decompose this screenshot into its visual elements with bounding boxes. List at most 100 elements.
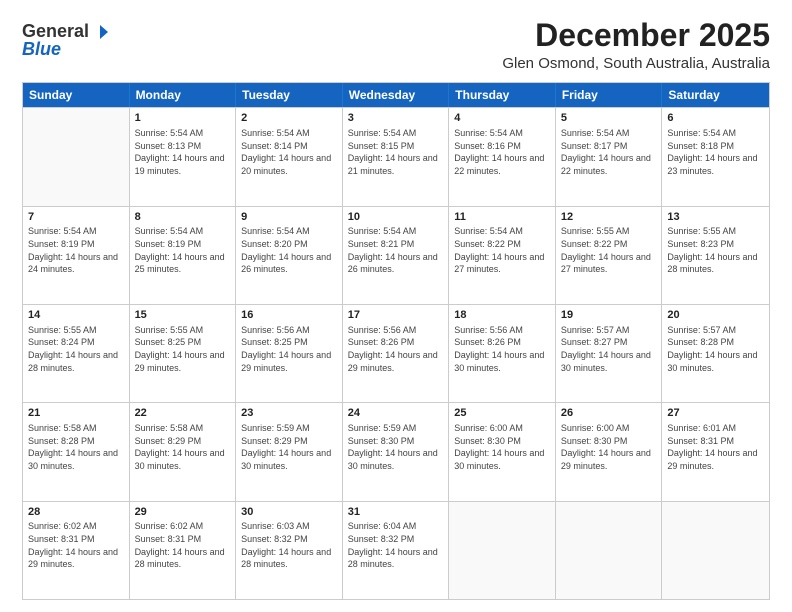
weekday-header: Friday (556, 83, 663, 107)
weekday-header: Thursday (449, 83, 556, 107)
day-number: 14 (28, 308, 124, 323)
day-number: 10 (348, 210, 444, 225)
calendar-cell (556, 502, 663, 599)
calendar-cell: 1Sunrise: 5:54 AM Sunset: 8:13 PM Daylig… (130, 108, 237, 205)
calendar-cell: 21Sunrise: 5:58 AM Sunset: 8:28 PM Dayli… (23, 403, 130, 500)
calendar-cell (662, 502, 769, 599)
logo: General Blue (22, 22, 109, 60)
day-number: 4 (454, 111, 550, 126)
calendar-cell: 30Sunrise: 6:03 AM Sunset: 8:32 PM Dayli… (236, 502, 343, 599)
cell-info: Sunrise: 5:58 AM Sunset: 8:29 PM Dayligh… (135, 422, 231, 472)
day-number: 16 (241, 308, 337, 323)
cell-info: Sunrise: 5:55 AM Sunset: 8:24 PM Dayligh… (28, 324, 124, 374)
logo-blue: Blue (22, 40, 61, 60)
calendar-row: 1Sunrise: 5:54 AM Sunset: 8:13 PM Daylig… (23, 107, 769, 205)
day-number: 24 (348, 406, 444, 421)
day-number: 15 (135, 308, 231, 323)
calendar-cell: 15Sunrise: 5:55 AM Sunset: 8:25 PM Dayli… (130, 305, 237, 402)
cell-info: Sunrise: 5:56 AM Sunset: 8:26 PM Dayligh… (348, 324, 444, 374)
day-number: 20 (667, 308, 764, 323)
day-number: 17 (348, 308, 444, 323)
day-number: 18 (454, 308, 550, 323)
calendar-cell: 31Sunrise: 6:04 AM Sunset: 8:32 PM Dayli… (343, 502, 450, 599)
calendar-cell: 20Sunrise: 5:57 AM Sunset: 8:28 PM Dayli… (662, 305, 769, 402)
cell-info: Sunrise: 5:54 AM Sunset: 8:18 PM Dayligh… (667, 127, 764, 177)
cell-info: Sunrise: 6:04 AM Sunset: 8:32 PM Dayligh… (348, 520, 444, 570)
day-number: 23 (241, 406, 337, 421)
calendar-cell: 10Sunrise: 5:54 AM Sunset: 8:21 PM Dayli… (343, 207, 450, 304)
day-number: 27 (667, 406, 764, 421)
day-number: 21 (28, 406, 124, 421)
calendar-cell: 25Sunrise: 6:00 AM Sunset: 8:30 PM Dayli… (449, 403, 556, 500)
day-number: 3 (348, 111, 444, 126)
location-title: Glen Osmond, South Australia, Australia (502, 55, 770, 72)
day-number: 25 (454, 406, 550, 421)
calendar-row: 14Sunrise: 5:55 AM Sunset: 8:24 PM Dayli… (23, 304, 769, 402)
calendar-cell: 5Sunrise: 5:54 AM Sunset: 8:17 PM Daylig… (556, 108, 663, 205)
day-number: 8 (135, 210, 231, 225)
month-title: December 2025 (502, 18, 770, 53)
day-number: 29 (135, 505, 231, 520)
calendar-cell: 14Sunrise: 5:55 AM Sunset: 8:24 PM Dayli… (23, 305, 130, 402)
day-number: 5 (561, 111, 657, 126)
calendar-cell: 2Sunrise: 5:54 AM Sunset: 8:14 PM Daylig… (236, 108, 343, 205)
calendar: SundayMondayTuesdayWednesdayThursdayFrid… (22, 82, 770, 600)
calendar-cell: 19Sunrise: 5:57 AM Sunset: 8:27 PM Dayli… (556, 305, 663, 402)
calendar-page: General Blue December 2025 Glen Osmond, … (0, 0, 792, 612)
title-block: December 2025 Glen Osmond, South Austral… (502, 18, 770, 72)
day-number: 1 (135, 111, 231, 126)
calendar-cell: 26Sunrise: 6:00 AM Sunset: 8:30 PM Dayli… (556, 403, 663, 500)
calendar-cell: 8Sunrise: 5:54 AM Sunset: 8:19 PM Daylig… (130, 207, 237, 304)
cell-info: Sunrise: 5:54 AM Sunset: 8:15 PM Dayligh… (348, 127, 444, 177)
cell-info: Sunrise: 6:00 AM Sunset: 8:30 PM Dayligh… (454, 422, 550, 472)
calendar-cell: 29Sunrise: 6:02 AM Sunset: 8:31 PM Dayli… (130, 502, 237, 599)
day-number: 22 (135, 406, 231, 421)
page-header: General Blue December 2025 Glen Osmond, … (22, 18, 770, 72)
day-number: 7 (28, 210, 124, 225)
calendar-cell (449, 502, 556, 599)
cell-info: Sunrise: 6:02 AM Sunset: 8:31 PM Dayligh… (135, 520, 231, 570)
calendar-body: 1Sunrise: 5:54 AM Sunset: 8:13 PM Daylig… (23, 107, 769, 599)
calendar-cell (23, 108, 130, 205)
cell-info: Sunrise: 5:55 AM Sunset: 8:22 PM Dayligh… (561, 225, 657, 275)
calendar-row: 28 Sunrise: 6:02 AM Sunset: 8:31 PM Dayli… (23, 501, 769, 599)
calendar-cell: 12Sunrise: 5:55 AM Sunset: 8:22 PM Dayli… (556, 207, 663, 304)
weekday-header: Tuesday (236, 83, 343, 107)
cell-info: Sunrise: 5:54 AM Sunset: 8:19 PM Dayligh… (28, 225, 124, 275)
day-number: 2 (241, 111, 337, 126)
cell-info: Sunrise: 5:57 AM Sunset: 8:27 PM Dayligh… (561, 324, 657, 374)
weekday-header: Sunday (23, 83, 130, 107)
day-number: 26 (561, 406, 657, 421)
cell-info: Sunrise: 5:59 AM Sunset: 8:30 PM Dayligh… (348, 422, 444, 472)
cell-info: Sunrise: 5:56 AM Sunset: 8:26 PM Dayligh… (454, 324, 550, 374)
calendar-cell: 11Sunrise: 5:54 AM Sunset: 8:22 PM Dayli… (449, 207, 556, 304)
calendar-row: 21Sunrise: 5:58 AM Sunset: 8:28 PM Dayli… (23, 402, 769, 500)
cell-info: Sunrise: 6:00 AM Sunset: 8:30 PM Dayligh… (561, 422, 657, 472)
day-number: 13 (667, 210, 764, 225)
calendar-cell: 4Sunrise: 5:54 AM Sunset: 8:16 PM Daylig… (449, 108, 556, 205)
logo-flag-icon (91, 23, 109, 41)
weekday-header: Saturday (662, 83, 769, 107)
calendar-cell: 3Sunrise: 5:54 AM Sunset: 8:15 PM Daylig… (343, 108, 450, 205)
calendar-cell: 6Sunrise: 5:54 AM Sunset: 8:18 PM Daylig… (662, 108, 769, 205)
cell-info: Sunrise: 5:54 AM Sunset: 8:19 PM Dayligh… (135, 225, 231, 275)
cell-info: Sunrise: 5:57 AM Sunset: 8:28 PM Dayligh… (667, 324, 764, 374)
day-number: 19 (561, 308, 657, 323)
cell-info: Sunrise: 5:55 AM Sunset: 8:25 PM Dayligh… (135, 324, 231, 374)
day-number: 31 (348, 505, 444, 520)
weekday-header: Wednesday (343, 83, 450, 107)
calendar-header: SundayMondayTuesdayWednesdayThursdayFrid… (23, 83, 769, 107)
cell-info: Sunrise: 5:54 AM Sunset: 8:20 PM Dayligh… (241, 225, 337, 275)
calendar-cell: 17Sunrise: 5:56 AM Sunset: 8:26 PM Dayli… (343, 305, 450, 402)
cell-info: Sunrise: 5:55 AM Sunset: 8:23 PM Dayligh… (667, 225, 764, 275)
calendar-cell: 18Sunrise: 5:56 AM Sunset: 8:26 PM Dayli… (449, 305, 556, 402)
calendar-cell: 27Sunrise: 6:01 AM Sunset: 8:31 PM Dayli… (662, 403, 769, 500)
day-number: 11 (454, 210, 550, 225)
cell-info: Sunrise: 5:58 AM Sunset: 8:28 PM Dayligh… (28, 422, 124, 472)
cell-info: Sunrise: 5:56 AM Sunset: 8:25 PM Dayligh… (241, 324, 337, 374)
cell-info: Sunrise: 6:03 AM Sunset: 8:32 PM Dayligh… (241, 520, 337, 570)
weekday-header: Monday (130, 83, 237, 107)
calendar-cell: 13Sunrise: 5:55 AM Sunset: 8:23 PM Dayli… (662, 207, 769, 304)
day-number: 28 (28, 505, 124, 520)
calendar-cell: 22Sunrise: 5:58 AM Sunset: 8:29 PM Dayli… (130, 403, 237, 500)
